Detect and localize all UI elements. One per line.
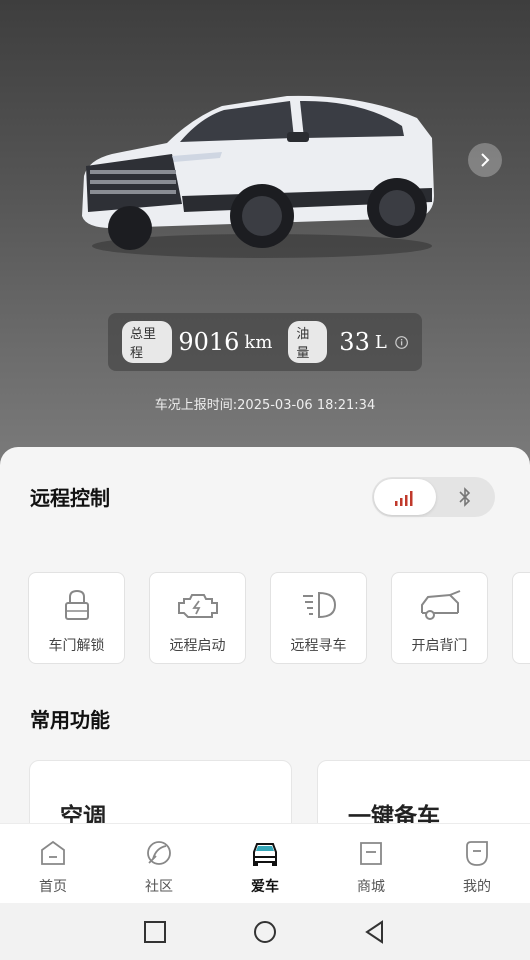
mileage-label: 总里程 (122, 321, 173, 363)
door-unlock-label: 车门解锁 (48, 638, 105, 654)
bluetooth-mode[interactable] (436, 479, 493, 515)
vehicle-hero: 总里程 9016 km 油量 33 L 车况上报时间:2025-03-06 18… (0, 0, 530, 470)
tab-car-label: 爱车 (251, 879, 279, 895)
remote-start-button[interactable]: 远程启动 (149, 572, 246, 664)
vehicle-stats: 总里程 9016 km 油量 33 L (108, 313, 422, 371)
headlight-icon (302, 591, 336, 619)
back-icon[interactable] (362, 919, 388, 945)
more-control-button[interactable] (512, 572, 530, 664)
tailgate-icon (420, 590, 460, 620)
car-icon (253, 843, 277, 866)
engine-icon (177, 594, 218, 618)
tab-home[interactable]: 首页 (0, 824, 106, 904)
connection-toggle[interactable] (372, 477, 495, 517)
info-icon[interactable] (395, 335, 408, 350)
system-nav-bar (0, 903, 530, 960)
chevron-right-icon (481, 153, 490, 167)
door-unlock-button[interactable]: 车门解锁 (28, 572, 125, 664)
tab-community-label: 社区 (145, 879, 173, 895)
remote-controls: 车门解锁 远程启动 远程寻车 开启背门 (28, 572, 530, 666)
tailgate-button[interactable]: 开启背门 (391, 572, 488, 664)
tab-shop-label: 商城 (357, 879, 385, 895)
fuel-value: 33 (339, 328, 370, 356)
tab-community[interactable]: 社区 (106, 824, 212, 904)
home-icon (41, 840, 65, 865)
bottom-tab-bar: 首页 社区 爱车 商城 我的 (0, 823, 530, 904)
lock-icon (64, 589, 89, 620)
network-mode[interactable] (374, 479, 436, 515)
home-button-icon[interactable] (252, 919, 278, 945)
find-car-button[interactable]: 远程寻车 (270, 572, 367, 664)
remote-start-label: 远程启动 (169, 638, 226, 654)
tab-shop[interactable]: 商城 (318, 824, 424, 904)
tailgate-label: 开启背门 (411, 638, 468, 654)
bluetooth-icon (458, 487, 470, 507)
tab-profile-label: 我的 (463, 879, 491, 895)
car-image[interactable] (72, 88, 442, 263)
tab-home-label: 首页 (39, 879, 67, 895)
signal-icon (395, 491, 413, 506)
mileage-unit: km (244, 331, 273, 353)
tab-car[interactable]: 爱车 (212, 824, 318, 904)
shop-icon (360, 842, 382, 865)
remote-control-title: 远程控制 (30, 486, 110, 510)
common-functions-title: 常用功能 (30, 708, 110, 732)
community-icon (147, 841, 171, 865)
next-vehicle-button[interactable] (468, 143, 502, 177)
report-time: 车况上报时间:2025-03-06 18:21:34 (154, 398, 376, 413)
fuel-label: 油量 (288, 321, 328, 363)
profile-icon (466, 841, 488, 866)
mileage-value: 9016 (178, 328, 240, 356)
recents-icon[interactable] (142, 919, 168, 945)
fuel-unit: L (374, 331, 387, 353)
find-car-label: 远程寻车 (290, 638, 347, 654)
tab-profile[interactable]: 我的 (424, 824, 530, 904)
